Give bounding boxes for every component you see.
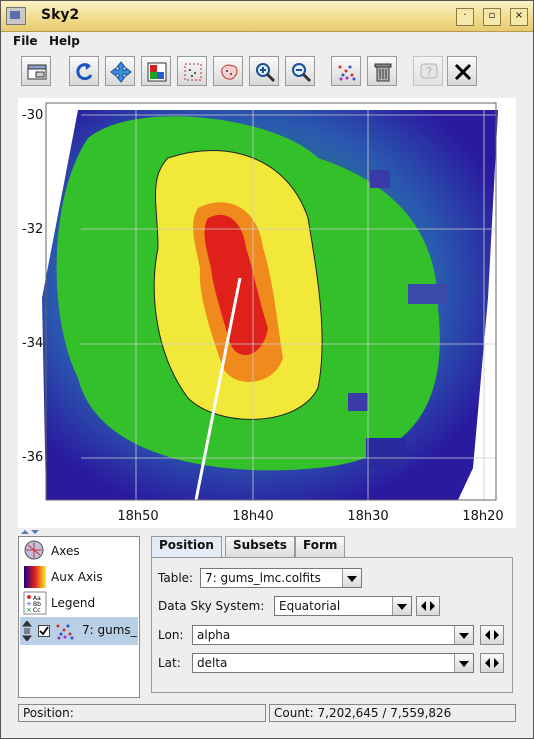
- count-status: Count: 7,202,645 / 7,559,826: [269, 704, 516, 722]
- lat-stepper[interactable]: [480, 653, 504, 673]
- export-image-icon: [147, 62, 167, 82]
- layer-list: Axes Aux Axis Aa + Bb × Cc Legend 7: gums_: [18, 536, 140, 698]
- minimize-button[interactable]: ·: [456, 8, 474, 26]
- lon-stepper[interactable]: [480, 625, 504, 645]
- layer-label: Axes: [51, 544, 80, 558]
- toolbar: ?: [1, 53, 533, 93]
- sky2-window: Sky2 · ▫ × File Help ? -30 -32 -34 -36 1…: [0, 0, 534, 739]
- zoom-out-button[interactable]: [285, 56, 315, 86]
- layer-label: Aux Axis: [51, 570, 103, 584]
- x-tick-label: 18h30: [347, 509, 389, 524]
- legend-icon: Aa+ Bb× Cc: [23, 591, 47, 615]
- close-button[interactable]: [447, 56, 477, 86]
- table-selector[interactable]: 7: gums_lmc.colfits: [200, 568, 362, 588]
- add-scatter-layer-button[interactable]: [331, 56, 361, 86]
- menu-file[interactable]: File: [13, 34, 38, 48]
- split-pane-divider[interactable]: [1, 529, 533, 535]
- table-label: Table:: [158, 571, 194, 585]
- aux-axis-icon: [24, 566, 46, 588]
- layer-label: Legend: [51, 596, 96, 610]
- y-tick-label: -30: [22, 108, 44, 123]
- chevron-down-icon[interactable]: [392, 597, 411, 615]
- sky-plot[interactable]: -30 -32 -34 -36 18h50 18h40 18h30 18h20: [18, 98, 516, 528]
- sky-system-stepper[interactable]: [416, 596, 440, 616]
- window-icon: [27, 64, 47, 80]
- maximize-button[interactable]: ▫: [483, 8, 501, 26]
- region-subset-button[interactable]: [213, 56, 243, 86]
- svg-text:×: ×: [26, 606, 32, 614]
- y-tick-label: -36: [22, 450, 44, 465]
- sky-system-label: Data Sky System:: [158, 599, 265, 613]
- x-tick-label: 18h20: [462, 509, 504, 524]
- chevron-down-icon[interactable]: [342, 569, 361, 587]
- help-icon: ?: [420, 63, 438, 79]
- help-button[interactable]: ?: [413, 56, 443, 86]
- position-status: Position:: [18, 704, 266, 722]
- y-tick-label: -32: [22, 222, 44, 237]
- layer-item-gums[interactable]: 7: gums_: [20, 617, 138, 645]
- layer-visible-checkbox[interactable]: [38, 625, 50, 637]
- position-tab-pane: Table: 7: gums_lmc.colfits Data Sky Syst…: [151, 557, 513, 693]
- lon-label: Lon:: [158, 628, 184, 642]
- x-tick-label: 18h50: [117, 509, 159, 524]
- svg-text:?: ?: [426, 65, 432, 79]
- tab-position[interactable]: Position: [151, 536, 222, 557]
- sky-system-value: Equatorial: [279, 599, 341, 613]
- new-window-button[interactable]: [21, 56, 51, 86]
- x-tick-label: 18h40: [232, 509, 274, 524]
- count-status-text: Count: 7,202,645 / 7,559,826: [274, 706, 452, 720]
- chevron-down-icon[interactable]: [454, 654, 473, 672]
- table-value: 7: gums_lmc.colfits: [205, 571, 321, 585]
- menu-help[interactable]: Help: [49, 34, 80, 48]
- lon-field[interactable]: alpha: [192, 625, 474, 645]
- lat-label: Lat:: [158, 656, 181, 670]
- lon-value: alpha: [197, 628, 231, 642]
- axes-icon: [24, 540, 44, 560]
- pan-button[interactable]: [105, 56, 135, 86]
- position-status-label: Position:: [23, 706, 74, 720]
- close-window-button[interactable]: ×: [510, 8, 528, 26]
- delete-layer-button[interactable]: [367, 56, 397, 86]
- density-map[interactable]: [18, 98, 516, 528]
- blob-subset-button[interactable]: [177, 56, 207, 86]
- title-bar: Sky2 · ▫ ×: [1, 1, 533, 32]
- close-icon: [454, 63, 472, 81]
- tab-subsets[interactable]: Subsets: [225, 536, 295, 557]
- drag-handle-icon[interactable]: [22, 621, 32, 641]
- menu-bar: File Help: [1, 32, 533, 52]
- layer-item-legend[interactable]: Aa + Bb × Cc Legend: [21, 591, 136, 615]
- app-icon: [6, 7, 26, 25]
- layer-control-panel: Position Subsets Form Table: 7: gums_lmc…: [149, 536, 516, 696]
- svg-text:Cc: Cc: [33, 607, 41, 614]
- tab-form[interactable]: Form: [295, 536, 346, 557]
- zoom-in-button[interactable]: [249, 56, 279, 86]
- replot-button[interactable]: [69, 56, 99, 86]
- chevron-down-icon[interactable]: [454, 626, 473, 644]
- layer-item-aux-axis[interactable]: Aux Axis: [21, 565, 136, 589]
- layer-label: 7: gums_: [82, 623, 137, 637]
- blob-subset-icon: [184, 63, 202, 81]
- splitter-arrows-icon: [21, 530, 39, 534]
- region-subset-icon: [221, 64, 238, 80]
- zoom-out-icon: [292, 63, 312, 83]
- delete-icon: [374, 63, 392, 82]
- export-image-button[interactable]: [141, 56, 171, 86]
- pan-icon: [110, 61, 132, 83]
- replot-icon: [76, 63, 93, 81]
- zoom-in-icon: [256, 63, 276, 83]
- lat-value: delta: [197, 656, 228, 670]
- y-tick-label: -34: [22, 336, 44, 351]
- lat-field[interactable]: delta: [192, 653, 474, 673]
- scatter-points-icon: [56, 624, 74, 640]
- scatter-points-icon: [338, 65, 356, 81]
- layer-item-axes[interactable]: Axes: [21, 539, 136, 563]
- window-title: Sky2: [41, 7, 80, 23]
- sky-system-selector[interactable]: Equatorial: [274, 596, 412, 616]
